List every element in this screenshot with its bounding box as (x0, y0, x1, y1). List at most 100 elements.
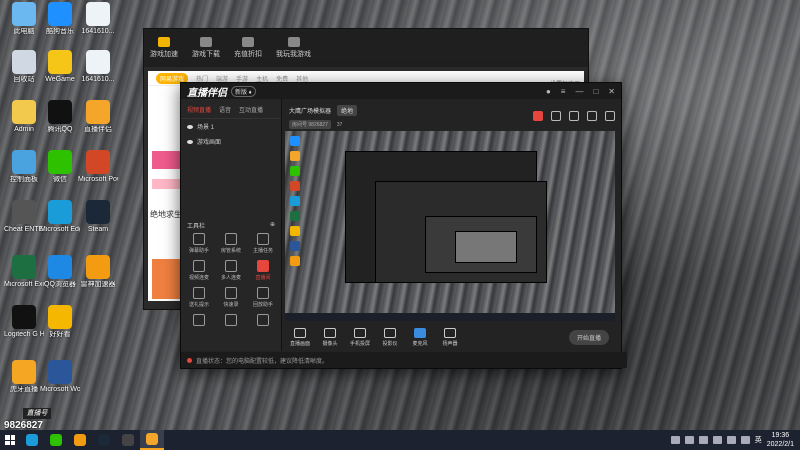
tool-item[interactable] (183, 314, 215, 328)
lock-icon[interactable] (551, 111, 561, 121)
desktop-icon-label: Steam (87, 226, 109, 233)
desktop-icon[interactable]: Cheat ENTER... (4, 200, 44, 234)
tool-label: 快速录 (223, 302, 239, 308)
desktop-icon[interactable]: 腾讯QQ (40, 100, 80, 134)
source-button[interactable]: 投影仪 (375, 327, 405, 347)
desktop-icon[interactable]: 酷狗音乐 (40, 2, 80, 36)
taskbar-app-wechat[interactable] (44, 430, 68, 450)
tab-voice[interactable]: 语音 (219, 105, 231, 114)
desktop-icon[interactable]: 直播伴侣 (78, 100, 118, 134)
tool-item[interactable]: 主播任务 (247, 233, 279, 254)
taskbar-app-cheat[interactable] (116, 430, 140, 450)
volume-icon[interactable] (740, 436, 750, 444)
record-icon[interactable] (533, 111, 543, 121)
accelerator-tab[interactable]: 游戏下载 (192, 37, 220, 59)
source-button[interactable]: 摄像头 (315, 327, 345, 347)
taskbar-app-zhibo[interactable] (140, 430, 164, 450)
desktop-icon[interactable]: Microsoft Excel 2016 (4, 255, 44, 289)
tool-item[interactable]: 弹幕助手 (183, 233, 215, 254)
start-live-button[interactable]: 开始直播 (568, 329, 609, 345)
taskbar: 英 19:36 2022/2/1 (0, 430, 800, 450)
desktop-icon[interactable]: WeGame (40, 50, 80, 84)
desktop-icon[interactable]: Microsoft Edge (40, 200, 80, 234)
clock[interactable]: 19:36 2022/2/1 (767, 431, 794, 449)
app-icon (12, 360, 36, 384)
start-button[interactable] (0, 430, 20, 450)
desktop-icon[interactable]: 虎牙直播 (4, 360, 44, 394)
desktop-icon[interactable]: Logitech G HUB (4, 305, 44, 339)
tool-item[interactable] (215, 314, 247, 328)
tray-app-icon[interactable] (712, 436, 722, 444)
tray-app-icon[interactable] (684, 436, 694, 444)
tab-interactive[interactable]: 互动直播 (239, 105, 263, 114)
tool-label: 送礼提示 (188, 302, 209, 308)
eye-icon[interactable] (187, 124, 193, 129)
maximize-icon[interactable]: □ (593, 87, 598, 96)
accelerator-tab[interactable]: 充值折扣 (234, 37, 262, 59)
app-icon (48, 255, 72, 279)
shield-icon[interactable] (569, 111, 579, 121)
desktop-icon[interactable]: Admin (4, 100, 44, 134)
desktop-icon[interactable]: 控制面板 (4, 150, 44, 184)
cheat-icon (122, 434, 134, 446)
streaming-titlebar: 直播伴侣 新版 ♦ ● ≡ — □ ✕ (181, 83, 621, 99)
taskbar-app-steam[interactable] (92, 430, 116, 450)
input-language[interactable]: 英 (755, 435, 762, 445)
scene-item[interactable]: 游戏画面 (181, 134, 281, 149)
desktop-icon[interactable]: 雷神加速器 (78, 255, 118, 289)
tool-item[interactable]: 直播间 (247, 260, 279, 281)
scene-item[interactable]: 场景 1 (181, 119, 281, 134)
stream-tag[interactable]: 绝地 (337, 105, 358, 116)
streaming-window[interactable]: 直播伴侣 新版 ♦ ● ≡ — □ ✕ 视频直播 语音 互动直播 场景 1 游戏… (180, 82, 627, 369)
tool-item[interactable]: 房管系统 (215, 233, 247, 254)
desktop-icon[interactable]: 1641610... (78, 2, 118, 36)
minimize-icon[interactable]: — (575, 87, 583, 96)
source-button[interactable]: 手机投屏 (345, 327, 375, 347)
promo-text[interactable]: 绝地求生 (150, 209, 182, 220)
tray-app-icon[interactable] (670, 436, 680, 444)
tool-item[interactable]: 快速录 (215, 287, 247, 308)
share-icon[interactable] (605, 111, 615, 121)
eye-icon[interactable] (187, 139, 193, 144)
tool-label: 回放助手 (252, 302, 273, 308)
avatar-icon[interactable]: ● (546, 87, 551, 96)
desktop-icon[interactable]: 微信 (40, 150, 80, 184)
add-tool-icon[interactable]: ⊕ (270, 221, 275, 230)
stream-title[interactable]: 大鹰广场模拟器 (289, 106, 331, 115)
tool-item[interactable]: 多人连麦 (215, 260, 247, 281)
desktop-icon[interactable]: QQ浏览器 (40, 255, 80, 289)
accelerator-tab[interactable]: 游戏加速 (150, 37, 178, 59)
close-icon[interactable]: ✕ (608, 87, 615, 96)
promo-banner[interactable] (152, 179, 182, 189)
desktop-icon-label: 雷神加速器 (80, 281, 116, 288)
stream-preview[interactable] (285, 131, 615, 321)
menu-icon[interactable]: ≡ (561, 87, 566, 96)
desktop-icon[interactable]: 此电脑 (4, 2, 44, 36)
promo-banner[interactable] (152, 259, 182, 299)
taskbar-app-edge[interactable] (20, 430, 44, 450)
tab-video-live[interactable]: 视频直播 (187, 105, 211, 114)
source-button[interactable]: 扬声器 (435, 327, 465, 347)
tool-item[interactable]: 视频连麦 (183, 260, 215, 281)
tool-icon (257, 287, 269, 299)
tool-item[interactable] (247, 314, 279, 328)
network-icon[interactable] (726, 436, 736, 444)
tool-item[interactable]: 回放助手 (247, 287, 279, 308)
desktop-icon[interactable]: 回收站 (4, 50, 44, 84)
desktop-icon[interactable]: 好好看 (40, 305, 80, 339)
promo-banner[interactable] (152, 151, 182, 169)
desktop-icon[interactable]: Steam (78, 200, 118, 234)
source-button[interactable]: 麦克风 (405, 327, 435, 347)
tool-item[interactable]: 送礼提示 (183, 287, 215, 308)
taskbar-app-browser[interactable] (68, 430, 92, 450)
app-icon (12, 305, 36, 329)
tray-app-icon[interactable] (698, 436, 708, 444)
desktop-icon[interactable]: Microsoft Word 2016 (40, 360, 80, 394)
accelerator-tab[interactable]: 我玩我游戏 (276, 37, 311, 59)
bell-icon[interactable] (587, 111, 597, 121)
edge-icon (26, 434, 38, 446)
desktop-icon[interactable]: 1641610... (78, 50, 118, 84)
status-text: 直播状态：您的电脑配置较低，建议降低清晰度。 (196, 358, 329, 365)
source-button[interactable]: 直播画面 (285, 327, 315, 347)
desktop-icon[interactable]: Microsoft PowerPoi... (78, 150, 118, 184)
